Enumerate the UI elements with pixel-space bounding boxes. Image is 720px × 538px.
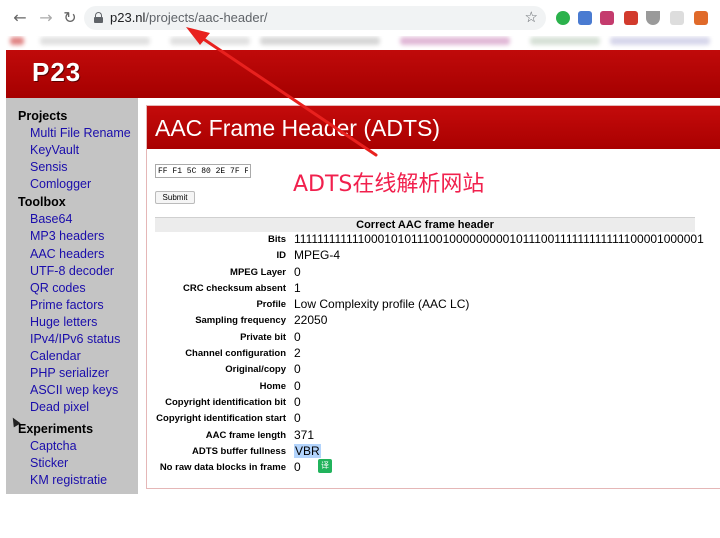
url-text[interactable]: p23.nl/projects/aac-header/ [110, 10, 268, 25]
url-host: p23.nl [110, 10, 146, 25]
row-value: 1 [294, 280, 301, 295]
sidebar-heading-toolbox: Toolbox [18, 195, 66, 210]
table-row: Sampling frequency 22050 [155, 313, 695, 329]
table-row: CRC checksum absent 1 [155, 281, 695, 297]
sidebar-link-ip-status[interactable]: IPv4/IPv6 status [18, 331, 138, 348]
sidebar-link-prime-factors[interactable]: Prime factors [18, 297, 138, 314]
sidebar-link-calendar[interactable]: Calendar [18, 348, 138, 365]
table-row: No raw data blocks in frame 0 [155, 460, 695, 476]
extension-icon[interactable] [694, 11, 708, 25]
fe-extension-icon[interactable] [624, 11, 638, 25]
back-arrow-icon[interactable]: ← [10, 8, 30, 28]
sidebar-link-multi-file-rename[interactable]: Multi File Rename [18, 125, 138, 142]
address-bar[interactable]: p23.nl/projects/aac-header/ ☆ [84, 6, 546, 30]
table-row: ADTS buffer fullness VBR [155, 443, 695, 460]
forward-arrow-icon[interactable]: → [36, 8, 56, 28]
sidebar: Projects Multi File Rename KeyVault Sens… [6, 98, 138, 494]
main-title-bar: AAC Frame Header (ADTS) [147, 106, 720, 149]
row-value: 0 [294, 378, 301, 393]
bookmarks-bar [0, 36, 720, 50]
sidebar-link-huge-letters[interactable]: Huge letters [18, 314, 138, 331]
sidebar-heading-experiments: Experiments [18, 421, 94, 436]
sidebar-link-sensis[interactable]: Sensis [18, 159, 138, 176]
sidebar-link-php-serializer[interactable]: PHP serializer [18, 365, 138, 382]
row-key: Private bit [240, 331, 286, 343]
row-value: 2 [294, 346, 301, 361]
page-title: AAC Frame Header (ADTS) [155, 115, 441, 141]
table-row: Home 0 [155, 379, 695, 395]
extension-icon[interactable] [600, 11, 614, 25]
row-key: Channel configuration [185, 348, 286, 360]
row-key: Sampling frequency [195, 315, 286, 327]
row-value: 0 [294, 329, 301, 344]
vue-extension-icon[interactable] [646, 11, 660, 25]
table-row: Original/copy 0 [155, 362, 695, 378]
row-value: 0 [294, 411, 301, 426]
sidebar-link-dead-pixel[interactable]: Dead pixel [18, 399, 138, 416]
results-table: Correct AAC frame header Bits 11111111111… [155, 217, 704, 476]
sidebar-link-km-registratie[interactable]: KM registratie [18, 472, 138, 489]
table-row: AAC frame length 371 [155, 428, 695, 444]
row-key: Copyright identification start [156, 413, 286, 425]
table-row: Channel configuration 2 [155, 346, 695, 362]
table-row: ID MPEG-4 [155, 248, 695, 264]
main-content: AAC Frame Header (ADTS) Submit ADTS在线解析网… [146, 105, 720, 489]
reload-icon[interactable]: ↻ [60, 8, 80, 28]
results-header: Correct AAC frame header [155, 217, 695, 232]
row-key: ADTS buffer fullness [192, 445, 286, 457]
sidebar-link-captcha[interactable]: Captcha [18, 438, 138, 455]
table-row: Copyright identification bit 0 [155, 395, 695, 411]
row-key: ID [276, 250, 287, 262]
hex-input-field[interactable] [155, 164, 251, 178]
sidebar-link-aac-headers[interactable]: AAC headers [18, 246, 138, 263]
row-key: Home [259, 380, 286, 392]
table-row: Copyright identification start 0 [155, 411, 695, 427]
row-key: Original/copy [225, 364, 286, 376]
sidebar-link-sticker[interactable]: Sticker [18, 455, 138, 472]
table-row: Profile Low Complexity profile (AAC LC) [155, 297, 695, 313]
row-key: CRC checksum absent [183, 282, 286, 294]
browser-toolbar: ← → ↻ p23.nl/projects/aac-header/ ☆ [0, 0, 720, 36]
sidebar-link-ascii-wep-keys[interactable]: ASCII wep keys [18, 382, 138, 399]
row-value: 0 [294, 264, 301, 279]
sidebar-link-utf8-decoder[interactable]: UTF-8 decoder [18, 263, 138, 280]
sidebar-link-qr-codes[interactable]: QR codes [18, 280, 138, 297]
submit-button[interactable]: Submit [155, 191, 195, 204]
url-path: /projects/aac-header/ [145, 10, 268, 25]
lock-icon [94, 12, 103, 23]
sidebar-link-mp3-headers[interactable]: MP3 headers [18, 228, 138, 245]
row-key: AAC frame length [205, 429, 286, 441]
table-row: Bits 111111111111000101011100100000000010… [155, 232, 704, 248]
row-value: 0 [294, 460, 301, 475]
row-value: 0 [294, 362, 301, 377]
row-value: 1111111111110001010111001000000000101110… [294, 232, 704, 246]
row-key: MPEG Layer [230, 266, 286, 278]
row-value: 0 [294, 394, 301, 409]
sidebar-link-keyvault[interactable]: KeyVault [18, 142, 138, 159]
table-row: MPEG Layer 0 [155, 265, 695, 281]
row-value: MPEG-4 [294, 248, 341, 263]
sidebar-link-comlogger[interactable]: Comlogger [18, 176, 138, 193]
row-key: Profile [256, 299, 286, 311]
row-key: Bits [268, 234, 286, 245]
translate-icon[interactable]: 译 [318, 459, 332, 473]
row-key: No raw data blocks in frame [159, 462, 286, 474]
translate-extension-icon[interactable] [578, 11, 592, 25]
row-value: 371 [294, 427, 315, 442]
row-value: Low Complexity profile (AAC LC) [294, 297, 470, 312]
row-key: Copyright identification bit [165, 396, 286, 408]
sidebar-heading-projects: Projects [18, 109, 68, 123]
site-header: P23 [6, 50, 720, 98]
annotation-text: ADTS在线解析网站 [293, 172, 485, 197]
sidebar-link-base64[interactable]: Base64 [18, 211, 138, 228]
row-value: VBR [294, 443, 321, 458]
site-logo[interactable]: P23 [32, 57, 81, 88]
extension-icon[interactable] [670, 11, 684, 25]
row-value: 22050 [294, 313, 328, 328]
table-row: Private bit 0 [155, 330, 695, 346]
bookmark-star-icon[interactable]: ☆ [525, 8, 538, 26]
evernote-extension-icon[interactable] [556, 11, 570, 25]
